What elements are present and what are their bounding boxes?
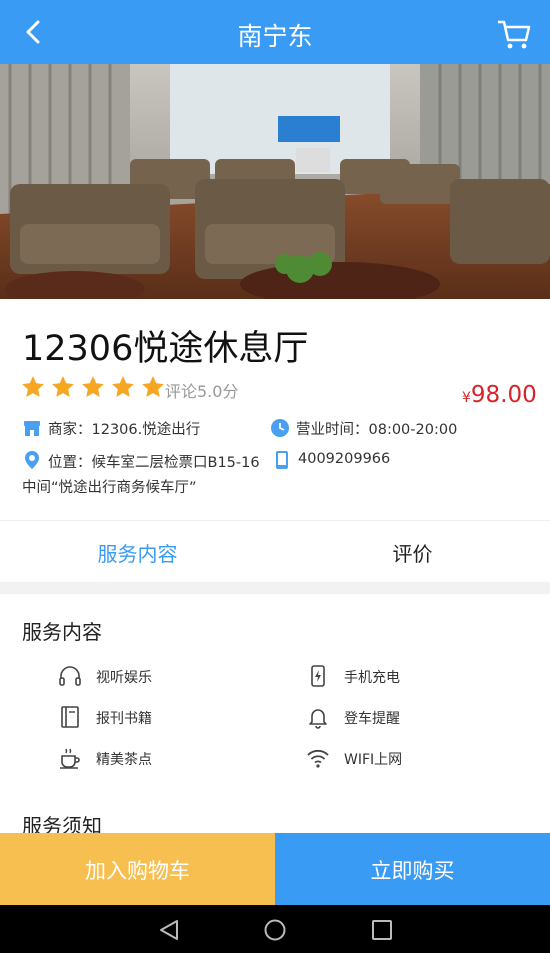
rating-text: 评论5.0分 [165,382,239,401]
lounge-photo [0,64,550,299]
location-text-cont: 中间“悦途出行商务候车厅” [22,480,197,496]
nav-back-icon[interactable] [157,918,181,942]
tab-reviews[interactable]: 评价 [275,538,550,567]
shopping-cart-icon[interactable] [496,18,532,50]
tea-icon [60,748,80,769]
product-name: 12306悦途休息厅 [22,329,309,369]
star-rating [20,374,166,402]
headphones-icon [59,666,81,686]
services-section-title: 服务内容 [22,620,102,644]
phone-number[interactable]: 4009209966 [298,451,390,467]
phone-icon[interactable] [272,450,292,470]
book-icon [61,706,79,728]
nav-recents-icon[interactable] [370,918,394,942]
star-icon [82,376,104,397]
price: ¥98.00 [462,382,537,408]
star-icon [52,376,74,397]
service-item-label: WIFI上网 [344,752,403,768]
price-currency: ¥ [462,390,471,406]
buy-now-button[interactable]: 立即购买 [275,833,550,905]
wifi-icon [307,749,329,768]
service-item-label: 精美茶点 [96,752,152,768]
clock-icon [271,419,289,437]
hours-text: 营业时间：08:00-20:00 [296,422,458,438]
star-icon [112,376,134,397]
add-to-cart-button[interactable]: 加入购物车 [0,833,275,905]
bell-icon [309,709,327,729]
star-icon [22,376,44,397]
merchant-text: 商家：12306.悦途出行 [48,422,201,438]
star-icon [142,376,164,397]
location-text: 位置：候车室二层检票口B15-16 [48,455,260,471]
nav-home-icon[interactable] [263,918,287,942]
service-item-label: 报刊书籍 [96,711,152,727]
tab-service-content[interactable]: 服务内容 [0,538,275,567]
service-item-label: 登车提醒 [344,711,400,727]
store-icon [24,421,40,436]
service-item-label: 手机充电 [344,670,400,686]
location-pin-icon [25,451,39,469]
service-item-label: 视听娱乐 [96,670,152,686]
phone-charge-icon [311,665,325,687]
section-divider [0,582,550,594]
price-value: 98.00 [470,382,537,408]
page-title: 南宁东 [237,22,313,51]
